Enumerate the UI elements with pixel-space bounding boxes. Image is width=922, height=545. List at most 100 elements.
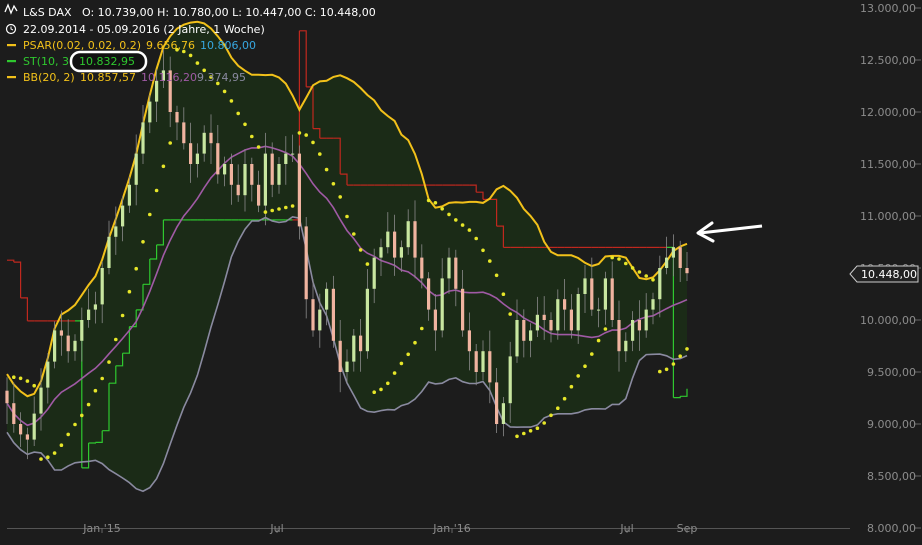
candle-body — [121, 205, 125, 227]
candle-body — [209, 132, 213, 144]
psar-dot — [386, 381, 390, 386]
psar-dot — [161, 164, 166, 169]
psar-dot — [352, 232, 356, 236]
psar-dot — [229, 99, 234, 103]
psar-dot — [678, 354, 682, 359]
candle-body — [53, 330, 57, 362]
y-tick-label: 12.000,00 — [860, 106, 916, 119]
candle-body — [216, 143, 220, 175]
candle-body — [365, 288, 369, 352]
candle-body — [542, 314, 546, 320]
psar-dot — [392, 371, 397, 375]
psar-dot — [263, 210, 268, 214]
candle-body — [229, 164, 233, 185]
candle-body — [359, 335, 363, 352]
psar-dot — [114, 337, 118, 342]
psar-dot — [80, 413, 84, 418]
psar-dot — [426, 198, 431, 203]
psar-dot — [379, 387, 383, 392]
candle-body — [535, 314, 539, 331]
candle-body — [501, 403, 505, 424]
y-tick-label: 8.500,00 — [867, 470, 916, 483]
psar-dot — [590, 352, 594, 356]
psar-dot — [671, 362, 676, 366]
candle-body — [338, 340, 342, 372]
psar-dot — [195, 61, 200, 65]
psar-dot — [25, 379, 30, 383]
candle-body — [243, 164, 247, 196]
candle-body — [80, 320, 84, 341]
psar-dot — [494, 273, 499, 278]
legend-psar-value1: 9.656,76 — [146, 39, 195, 52]
candle-body — [379, 247, 383, 258]
psar-dot — [284, 205, 288, 210]
candle-body — [495, 382, 499, 424]
psar-dot — [664, 367, 669, 372]
psar-dot — [630, 266, 635, 270]
legend-symbol: L&S DAX — [23, 6, 72, 19]
psar-dot — [318, 152, 322, 156]
candle-body — [263, 153, 267, 206]
psar-dot — [562, 396, 567, 401]
legend-st-label: ST(10, 3) — [23, 55, 73, 68]
candle-body — [624, 340, 628, 352]
candle-body — [345, 361, 349, 372]
candle-body — [576, 294, 580, 331]
st-swatch — [7, 60, 16, 63]
candle-body — [291, 153, 295, 155]
psar-dot — [508, 312, 512, 316]
psar-dot — [148, 212, 152, 217]
candle-body — [474, 351, 478, 372]
candle-body — [393, 231, 397, 258]
psar-dot — [154, 188, 159, 193]
psar-dot — [454, 218, 458, 222]
psar-dot — [515, 434, 519, 439]
psar-dot — [501, 292, 506, 297]
psar-dot — [86, 402, 91, 407]
psar-dot — [297, 131, 302, 135]
candle-body — [420, 257, 424, 279]
psar-dot — [624, 261, 628, 266]
candle-body — [481, 351, 485, 372]
candle-body — [617, 320, 621, 352]
candle-body — [399, 247, 403, 258]
candle-body — [671, 247, 675, 258]
candle-body — [304, 226, 308, 300]
candle-body — [189, 143, 193, 164]
psar-dot — [596, 338, 601, 343]
candle-body — [631, 320, 635, 341]
psar-dot — [32, 383, 36, 388]
x-tick-label: Jan '15 — [82, 522, 120, 535]
candle-body — [603, 278, 607, 310]
y-tick-label: 9.000,00 — [867, 418, 916, 431]
psar-dot — [658, 369, 662, 374]
candle-body — [372, 257, 376, 289]
psar-dot — [440, 207, 445, 211]
candle-body — [202, 132, 206, 154]
candle-body — [66, 335, 70, 352]
legend-bb-value3: 9.374,95 — [197, 71, 246, 84]
psar-dot — [250, 134, 254, 139]
psar-dot — [304, 133, 309, 137]
candle-body — [182, 122, 186, 144]
psar-dot — [488, 259, 492, 263]
candle-body — [114, 226, 118, 237]
psar-dot — [127, 289, 132, 294]
psar-dot — [522, 431, 526, 436]
psar-dot — [413, 340, 417, 345]
psar-dot — [46, 455, 50, 460]
candle-body — [447, 257, 451, 279]
bb-swatch — [7, 76, 16, 79]
candle-body — [508, 356, 512, 404]
psar-dot — [277, 207, 281, 211]
psar-dot — [583, 364, 587, 369]
candle-body — [277, 164, 281, 185]
candle-body — [270, 153, 274, 185]
candle-body — [427, 278, 431, 310]
candle-body — [19, 424, 23, 435]
candle-body — [454, 257, 458, 289]
candle-body — [257, 184, 261, 206]
psar-dot — [467, 228, 472, 232]
psar-dot — [576, 374, 580, 378]
candle-body — [665, 257, 669, 268]
